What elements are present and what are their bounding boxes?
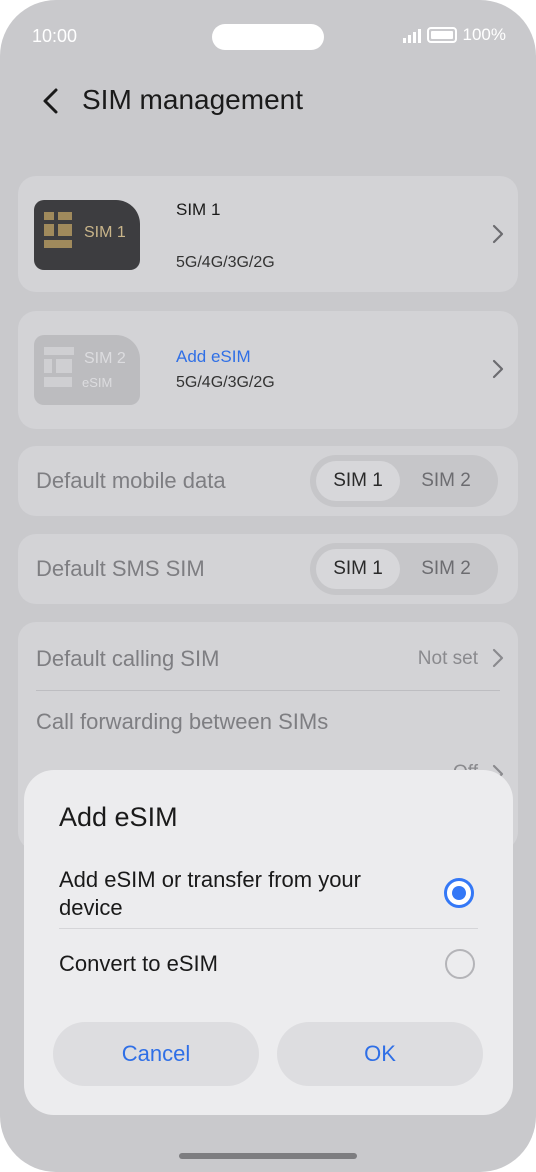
sim2-network: 5G/4G/3G/2G <box>176 374 275 391</box>
battery-percent: 100% <box>462 25 506 44</box>
sim2-chip-icon: SIM 2 eSIM <box>34 335 140 405</box>
add-esim-link[interactable]: Add eSIM <box>176 347 251 367</box>
dialog-divider <box>59 928 478 929</box>
radio-convert[interactable] <box>445 949 475 979</box>
back-arrow-icon[interactable] <box>36 86 66 116</box>
data-sim1-option[interactable]: SIM 1 <box>316 461 400 501</box>
sim2-card-sublabel: eSIM <box>82 375 113 390</box>
data-sim2-option[interactable]: SIM 2 <box>404 461 488 501</box>
status-time: 10:00 <box>32 26 78 46</box>
chevron-right-icon <box>492 648 504 668</box>
option-convert-label[interactable]: Convert to eSIM <box>59 950 429 978</box>
signal-icon <box>402 27 421 43</box>
sim1-name: SIM 1 <box>176 200 221 219</box>
option-add-or-transfer-label[interactable]: Add eSIM or transfer from your device <box>59 866 429 922</box>
sim2-card-label: SIM 2 <box>84 350 126 367</box>
default-calling-label[interactable]: Default calling SIM <box>36 646 219 672</box>
default-sms-segmented: SIM 1 SIM 2 <box>310 543 498 595</box>
home-indicator[interactable] <box>179 1153 357 1159</box>
sms-sim2-option[interactable]: SIM 2 <box>404 549 488 589</box>
add-esim-dialog: Add eSIM Add eSIM or transfer from your … <box>24 770 513 1115</box>
default-sms-row: Default SMS SIM SIM 1 SIM 2 <box>18 534 518 604</box>
row-divider <box>36 690 500 691</box>
default-calling-value: Not set <box>417 648 478 669</box>
sms-sim1-option[interactable]: SIM 1 <box>316 549 400 589</box>
chevron-right-icon <box>492 359 504 379</box>
battery-icon <box>426 27 457 43</box>
sim2-card[interactable]: SIM 2 eSIM Add eSIM 5G/4G/3G/2G <box>18 311 518 429</box>
cancel-button[interactable]: Cancel <box>53 1022 259 1086</box>
call-forwarding-label[interactable]: Call forwarding between SIMs <box>36 708 336 736</box>
default-mobile-data-row: Default mobile data SIM 1 SIM 2 <box>18 446 518 516</box>
status-indicators: 100% <box>402 25 506 45</box>
camera-pill <box>212 24 324 50</box>
status-bar: 10:00 100% <box>0 0 536 72</box>
sim1-card[interactable]: SIM 1 SIM 1 5G/4G/3G/2G <box>18 176 518 292</box>
page-header: SIM management <box>0 78 536 126</box>
dialog-title: Add eSIM <box>59 802 178 832</box>
chevron-right-icon <box>492 224 504 244</box>
default-data-segmented: SIM 1 SIM 2 <box>310 455 498 507</box>
radio-add-or-transfer[interactable] <box>444 878 474 908</box>
sim1-card-label: SIM 1 <box>84 224 126 241</box>
ok-button[interactable]: OK <box>277 1022 483 1086</box>
sim1-network: 5G/4G/3G/2G <box>176 254 275 271</box>
phone-screen: 10:00 100% SIM management SIM 1 SIM 1 5G… <box>0 0 536 1172</box>
sim1-chip-icon: SIM 1 <box>34 200 140 270</box>
page-title: SIM management <box>82 84 303 115</box>
default-mobile-data-label: Default mobile data <box>36 468 226 493</box>
default-sms-label: Default SMS SIM <box>36 556 205 581</box>
